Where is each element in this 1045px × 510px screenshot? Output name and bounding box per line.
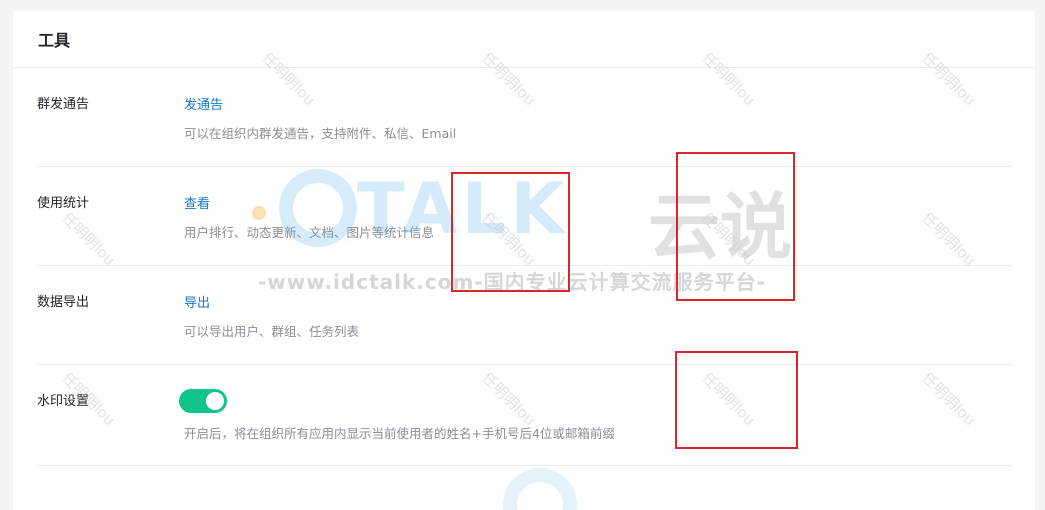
row-label: 群发通告: [37, 97, 90, 112]
panel-title: 工具: [38, 30, 71, 50]
row-label: 水印设置: [37, 394, 90, 409]
view-stats-link[interactable]: 查看: [184, 193, 210, 212]
row-description: 开启后，将在组织所有应用内显示当前使用者的姓名+手机号后4位或邮箱前缀: [184, 426, 615, 441]
row-description: 用户排行、动态更新、文档、图片等统计信息: [184, 225, 435, 240]
panel-header: 工具: [13, 10, 1035, 68]
annotation-box: [451, 172, 570, 292]
row-bulk-notice: 群发通告 发通告 可以在组织内群发通告，支持附件、私信、Email: [37, 68, 1013, 167]
send-notice-link[interactable]: 发通告: [184, 94, 223, 113]
row-watermark-settings: 水印设置 开启后，将在组织所有应用内显示当前使用者的姓名+手机号后4位或邮箱前缀: [37, 365, 1013, 466]
watermark-toggle[interactable]: [179, 389, 227, 413]
row-description: 可以导出用户、群组、任务列表: [184, 324, 360, 339]
export-link[interactable]: 导出: [184, 292, 210, 311]
row-description: 可以在组织内群发通告，支持附件、私信、Email: [184, 126, 457, 141]
toggle-knob: [206, 392, 224, 410]
annotation-box: [675, 351, 798, 449]
annotation-box: [676, 152, 795, 301]
row-label: 数据导出: [37, 295, 90, 310]
row-label: 使用统计: [37, 196, 90, 211]
